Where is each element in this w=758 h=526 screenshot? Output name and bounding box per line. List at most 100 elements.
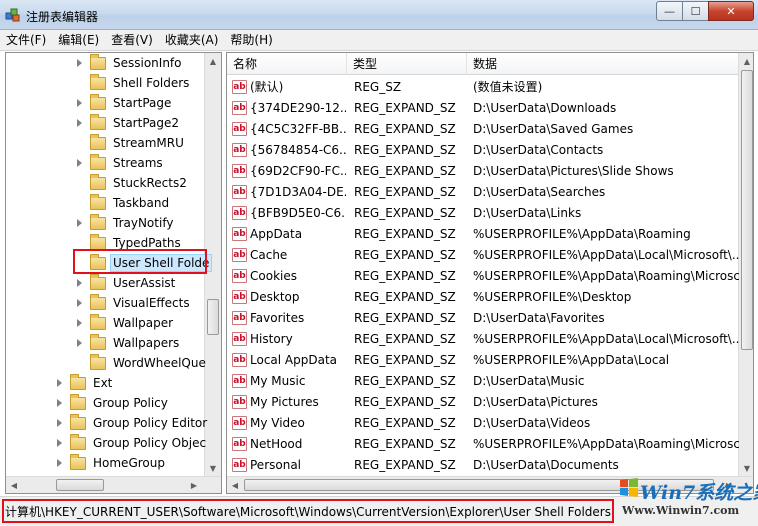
value-name: {56784854-C6... xyxy=(250,143,346,157)
tree-item[interactable]: Wallpapers xyxy=(74,333,181,353)
scroll-left-icon[interactable]: ◀ xyxy=(6,477,22,493)
folder-icon xyxy=(90,253,106,270)
maximize-button[interactable]: ☐ xyxy=(682,1,709,21)
scroll-right-icon[interactable]: ▶ xyxy=(186,477,202,493)
tree-item[interactable]: UserAssist xyxy=(74,273,177,293)
column-name-header[interactable]: 名称 xyxy=(227,53,347,75)
menu-view[interactable]: 查看(V) xyxy=(105,30,159,51)
tree-item[interactable]: Group Policy Editor xyxy=(54,413,209,433)
value-row[interactable]: ab {7D1D3A04-DE... REG_EXPAND_SZ D:\UserDat… xyxy=(227,182,739,203)
value-row[interactable]: ab {BFB9D5E0-C6... REG_EXPAND_SZ D:\UserDat… xyxy=(227,203,739,224)
tree-scroll-thumb[interactable] xyxy=(207,299,219,335)
value-row[interactable]: ab {56784854-C6... REG_EXPAND_SZ D:\UserDat… xyxy=(227,140,739,161)
tree-item[interactable]: VisualEffects xyxy=(74,293,192,313)
value-row[interactable]: ab Local AppData REG_EXPAND_SZ %USERPROFILE… xyxy=(227,350,739,371)
tree-horizontal-scrollbar[interactable]: ◀ ▶ xyxy=(6,476,221,493)
menu-favorites[interactable]: 收藏夹(A) xyxy=(159,30,225,51)
value-name: My Music xyxy=(250,374,306,388)
tree-item[interactable]: Taskband xyxy=(74,193,171,213)
scroll-down-icon[interactable]: ▼ xyxy=(205,460,221,476)
tree-item-label: Shell Folders xyxy=(113,76,190,90)
value-row[interactable]: ab Desktop REG_EXPAND_SZ %USERPROFILE%\Desk… xyxy=(227,287,739,308)
tree-hscroll-thumb[interactable] xyxy=(56,479,104,491)
string-value-icon: ab xyxy=(232,227,247,241)
list-scroll-thumb[interactable] xyxy=(741,70,753,350)
value-data: %USERPROFILE%\AppData\Local\Microsoft\..… xyxy=(473,332,739,346)
value-type: REG_EXPAND_SZ xyxy=(354,164,456,178)
expand-arrow-icon[interactable] xyxy=(74,57,86,69)
tree-item[interactable]: User Shell Folde xyxy=(74,253,213,273)
value-row[interactable]: ab History REG_EXPAND_SZ %USERPROFILE%\AppD… xyxy=(227,329,739,350)
tree-item[interactable]: StuckRects2 xyxy=(74,173,189,193)
expand-arrow-icon[interactable] xyxy=(74,337,86,349)
minimize-button[interactable]: — xyxy=(656,1,683,21)
menu-edit[interactable]: 编辑(E) xyxy=(52,30,105,51)
menu-file[interactable]: 文件(F) xyxy=(0,30,52,51)
expand-arrow-icon[interactable] xyxy=(54,417,66,429)
value-row[interactable]: ab {4C5C32FF-BB... REG_EXPAND_SZ D:\UserDat… xyxy=(227,119,739,140)
value-type: REG_EXPAND_SZ xyxy=(354,206,456,220)
menu-help[interactable]: 帮助(H) xyxy=(224,30,278,51)
site-watermark: Win7系统之家 Www.Winwin7.com xyxy=(614,470,758,526)
tree-item[interactable]: Ext xyxy=(54,373,114,393)
tree-item[interactable]: Group Policy Objec xyxy=(54,433,208,453)
value-data: D:\UserData\Searches xyxy=(473,185,606,199)
list-vertical-scrollbar[interactable]: ▲ ▼ xyxy=(738,53,753,476)
scroll-up-icon[interactable]: ▲ xyxy=(739,53,753,69)
expand-arrow-icon[interactable] xyxy=(54,397,66,409)
folder-icon xyxy=(70,433,86,450)
value-row[interactable]: ab My Music REG_EXPAND_SZ D:\UserData\Music xyxy=(227,371,739,392)
close-button[interactable]: ✕ xyxy=(708,1,754,21)
value-row[interactable]: ab AppData REG_EXPAND_SZ %USERPROFILE%\AppD… xyxy=(227,224,739,245)
tree-item[interactable]: SessionInfo xyxy=(74,53,184,73)
tree-item[interactable]: StartPage2 xyxy=(74,113,181,133)
folder-icon xyxy=(90,153,106,170)
value-data: D:\UserData\Downloads xyxy=(473,101,617,115)
close-icon: ✕ xyxy=(726,4,736,18)
expand-arrow-icon[interactable] xyxy=(74,157,86,169)
value-row[interactable]: ab Favorites REG_EXPAND_SZ D:\UserData\Favo… xyxy=(227,308,739,329)
value-row[interactable]: ab My Pictures REG_EXPAND_SZ D:\UserData\Pi… xyxy=(227,392,739,413)
value-data: %USERPROFILE%\AppData\Local xyxy=(473,353,670,367)
value-type: REG_EXPAND_SZ xyxy=(354,353,456,367)
value-row[interactable]: ab My Video REG_EXPAND_SZ D:\UserData\Video… xyxy=(227,413,739,434)
value-row[interactable]: ab Cookies REG_EXPAND_SZ %USERPROFILE%\AppD… xyxy=(227,266,739,287)
value-name: {69D2CF90-FC... xyxy=(250,164,346,178)
value-name: Cookies xyxy=(250,269,297,283)
tree-item[interactable]: StartPage xyxy=(74,93,173,113)
value-row[interactable]: ab {374DE290-12... REG_EXPAND_SZ D:\UserDat… xyxy=(227,98,739,119)
tree-item[interactable]: Group Policy xyxy=(54,393,170,413)
value-row[interactable]: ab NetHood REG_EXPAND_SZ %USERPROFILE%\AppD… xyxy=(227,434,739,455)
tree-item[interactable]: TrayNotify xyxy=(74,213,175,233)
tree-item[interactable]: HomeGroup xyxy=(54,453,167,473)
tree-item[interactable]: Wallpaper xyxy=(74,313,175,333)
value-row[interactable]: ab {69D2CF90-FC... REG_EXPAND_SZ D:\UserDat… xyxy=(227,161,739,182)
expand-arrow-icon[interactable] xyxy=(74,97,86,109)
expand-arrow-icon[interactable] xyxy=(74,297,86,309)
expand-arrow-icon[interactable] xyxy=(74,277,86,289)
expand-arrow-icon[interactable] xyxy=(54,437,66,449)
value-row[interactable]: ab (默认) REG_SZ (数值未设置) xyxy=(227,77,739,98)
value-row[interactable]: ab Cache REG_EXPAND_SZ %USERPROFILE%\AppDat… xyxy=(227,245,739,266)
tree-item[interactable]: Shell Folders xyxy=(74,73,191,93)
scroll-left-icon[interactable]: ◀ xyxy=(227,477,243,493)
value-type: REG_EXPAND_SZ xyxy=(354,416,456,430)
expand-arrow-icon[interactable] xyxy=(54,457,66,469)
expand-arrow-icon[interactable] xyxy=(74,117,86,129)
registry-tree[interactable]: ▲ ▼ ◀ ▶ SessionInfo Shell Folders StartPag… xyxy=(5,52,222,494)
tree-item[interactable]: WordWheelQue xyxy=(74,353,208,373)
tree-item[interactable]: Streams xyxy=(74,153,165,173)
value-type: REG_EXPAND_SZ xyxy=(354,458,456,472)
scroll-up-icon[interactable]: ▲ xyxy=(205,53,221,69)
values-list[interactable]: 名称 类型 数据 ▲ ▼ ◀ ▶ ab (默认) REG_SZ (数值未设置) ab {3… xyxy=(226,52,754,494)
expand-arrow-icon[interactable] xyxy=(74,317,86,329)
expand-arrow-icon[interactable] xyxy=(74,217,86,229)
column-type-header[interactable]: 类型 xyxy=(347,53,467,75)
value-type: REG_EXPAND_SZ xyxy=(354,290,456,304)
tree-item[interactable]: StreamMRU xyxy=(74,133,186,153)
tree-item[interactable]: TypedPaths xyxy=(74,233,183,253)
expand-arrow-icon[interactable] xyxy=(54,377,66,389)
column-data-header[interactable]: 数据 xyxy=(467,53,739,75)
